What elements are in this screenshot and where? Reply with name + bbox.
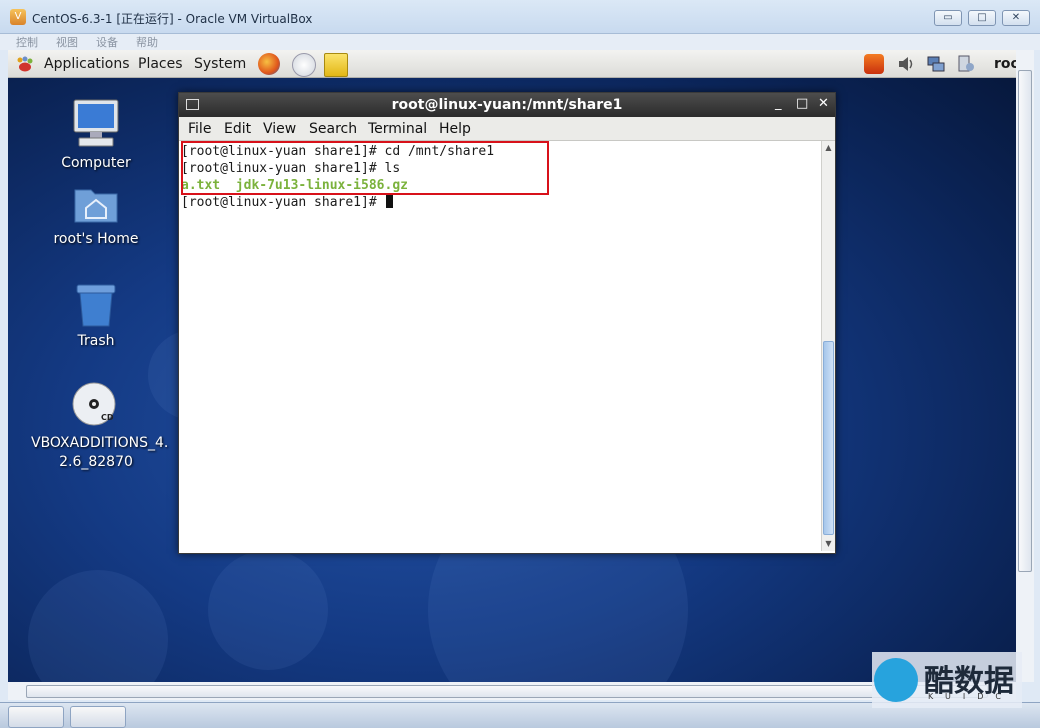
close-button[interactable]: ✕: [1002, 10, 1030, 26]
mail-client-icon[interactable]: [292, 53, 316, 77]
host-horizontal-scroll-thumb[interactable]: [26, 685, 988, 698]
trash-icon: [76, 284, 116, 327]
terminal-cursor: [385, 194, 393, 208]
desktop-icon-trash[interactable]: Trash: [31, 282, 161, 351]
desktop-icon-label: root's Home: [53, 231, 139, 247]
gnome-foot-icon: [17, 56, 33, 72]
menu-control[interactable]: 控制: [16, 34, 38, 50]
terminal-scrollbar[interactable]: ▲ ▼: [821, 141, 835, 551]
desktop-icon-home[interactable]: root's Home: [31, 182, 161, 249]
cd-badge: CD: [101, 413, 114, 422]
terminal-menu-search[interactable]: Search: [309, 121, 357, 137]
desktop-icon-vboxadditions[interactable]: CD VBOXADDITIONS_4. 2.6_82870: [31, 380, 169, 472]
host-vertical-scroll-thumb[interactable]: [1018, 70, 1032, 572]
terminal-minimize-button[interactable]: _: [775, 96, 782, 111]
virtualbox-app-icon: V: [10, 9, 26, 25]
minimize-button[interactable]: ▭: [934, 10, 962, 26]
terminal-menu-terminal[interactable]: Terminal: [368, 121, 427, 137]
terminal-prompt-line: [root@linux-yuan share1]#: [181, 194, 393, 211]
background-decoration: [208, 550, 328, 670]
gnome-top-panel: Applications Places System roo: [8, 50, 1016, 78]
system-menu[interactable]: System: [194, 56, 246, 72]
terminal-titlebar[interactable]: root@linux-yuan:/mnt/share1 _ □ ✕: [179, 93, 835, 117]
update-alert-icon[interactable]: [864, 54, 884, 74]
firefox-icon[interactable]: [258, 53, 280, 75]
cd-disc-icon: CD: [72, 382, 116, 426]
terminal-menu-help[interactable]: Help: [439, 121, 471, 137]
terminal-menu-edit[interactable]: Edit: [224, 121, 251, 137]
network-icon[interactable]: [926, 54, 946, 74]
watermark-subtext: KUIDC: [928, 692, 1013, 701]
user-switch-icon[interactable]: [956, 54, 976, 74]
guest-desktop: Applications Places System roo Computer: [8, 50, 1016, 682]
virtualbox-menubar: 控制 视图 设备 帮助: [0, 34, 1040, 50]
terminal-output[interactable]: [root@linux-yuan share1]# cd /mnt/share1…: [181, 143, 821, 551]
host-vertical-scrollbar[interactable]: [1016, 50, 1034, 682]
terminal-prompt: [root@linux-yuan share1]#: [181, 195, 385, 210]
highlight-annotation-box: [181, 141, 549, 195]
terminal-window[interactable]: root@linux-yuan:/mnt/share1 _ □ ✕ File E…: [178, 92, 836, 554]
window-title: CentOS-6.3-1 [正在运行] - Oracle VM VirtualB…: [32, 12, 313, 26]
background-decoration: [28, 570, 168, 682]
maximize-button[interactable]: □: [968, 10, 996, 26]
taskbar-explorer-button[interactable]: [8, 706, 64, 728]
host-horizontal-scrollbar[interactable]: [8, 682, 1016, 700]
taskbar-word-button[interactable]: [70, 706, 126, 728]
terminal-title: root@linux-yuan:/mnt/share1: [391, 97, 623, 113]
menu-help[interactable]: 帮助: [136, 34, 158, 50]
desktop-icon-label: VBOXADDITIONS_4.: [31, 435, 169, 451]
terminal-scroll-thumb[interactable]: [823, 341, 834, 535]
terminal-menu-file[interactable]: File: [188, 121, 211, 137]
terminal-maximize-button[interactable]: □: [796, 96, 808, 111]
desktop-icon-label: Trash: [77, 333, 115, 349]
terminal-menu-view[interactable]: View: [263, 121, 296, 137]
virtualbox-titlebar: V CentOS-6.3-1 [正在运行] - Oracle VM Virtua…: [0, 0, 1040, 34]
scroll-down-arrow-icon[interactable]: ▼: [822, 537, 835, 550]
desktop-icon-label: Computer: [61, 155, 131, 171]
scroll-up-arrow-icon[interactable]: ▲: [822, 141, 835, 154]
computer-icon: [73, 99, 119, 147]
home-folder-icon: [74, 189, 118, 223]
terminal-menubar: File Edit View Search Terminal Help: [179, 117, 835, 141]
desktop-icon-computer[interactable]: Computer: [31, 98, 161, 173]
notes-editor-icon[interactable]: [324, 53, 348, 77]
panel-user-name[interactable]: roo: [994, 56, 1016, 72]
places-menu[interactable]: Places: [138, 56, 183, 72]
menu-view[interactable]: 视图: [56, 34, 78, 50]
applications-menu[interactable]: Applications: [44, 56, 130, 72]
volume-icon[interactable]: [896, 54, 916, 74]
desktop-icon-label-line2: 2.6_82870: [59, 454, 133, 470]
watermark-play-icon: [874, 658, 918, 702]
menu-devices[interactable]: 设备: [96, 34, 118, 50]
terminal-close-button[interactable]: ✕: [818, 96, 829, 111]
watermark-logo: 酷数据 KUIDC: [872, 652, 1022, 708]
